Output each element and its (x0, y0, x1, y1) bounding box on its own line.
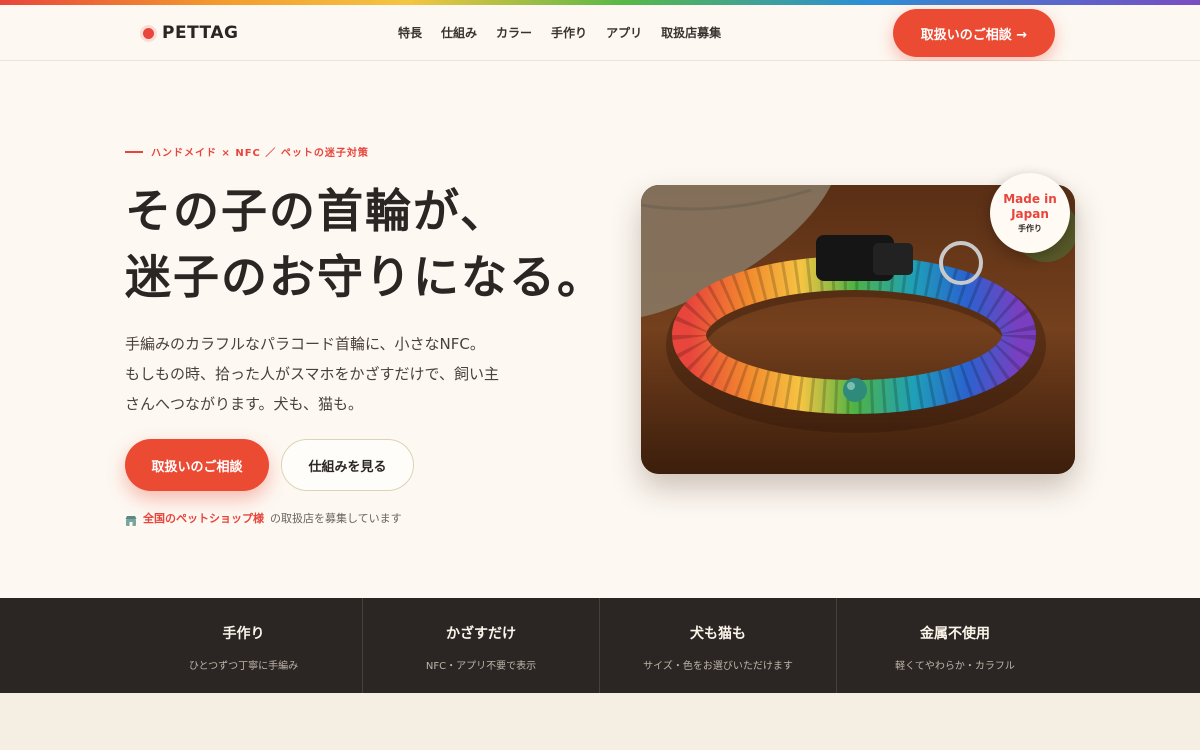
headline-line-1: その子の首輪が、 (125, 184, 509, 238)
nav-item-retailers[interactable]: 取扱店募集 (661, 24, 721, 41)
retailer-note-text: の取扱店を募集しています (270, 512, 402, 525)
lead-line-2: もしもの時、拾った人がスマホをかざすだけで、飼い主 (125, 365, 499, 383)
features-strip: 手作り ひとつずつ丁寧に手編み かざすだけ NFC・アプリ不要で表示 犬も猫も … (0, 598, 1200, 693)
feature-handmade: 手作り ひとつずつ丁寧に手編み (125, 598, 362, 693)
main-nav: 特長 仕組み カラー 手作り アプリ 取扱店募集 (398, 24, 740, 41)
lead-line-3: さんへつながります。犬も、猫も。 (125, 395, 364, 413)
feature-desc: サイズ・色をお選びいただけます (643, 661, 793, 672)
made-in-japan-badge: Made in Japan 手作り (990, 173, 1070, 253)
hero-headline: その子の首輪が、 迷子のお守りになる。 (121, 178, 605, 310)
hero-section: ハンドメイド × NFC ／ ペットの迷子対策 その子の首輪が、 迷子のお守りに… (0, 61, 1200, 598)
feature-desc: 軽くてやわらか・カラフル (895, 661, 1015, 672)
feature-title: 手作り (222, 626, 265, 642)
headline-line-2: 迷子のお守りになる。 (121, 244, 605, 310)
eyebrow: ハンドメイド × NFC ／ ペットの迷子対策 (125, 144, 369, 159)
headline-highlight: 迷子のお守り (121, 244, 415, 310)
headline-line-2-rest: になる。 (413, 250, 605, 304)
feature-title: かざすだけ (446, 626, 516, 642)
site-header: PETTAG 特長 仕組み カラー 手作り アプリ 取扱店募集 取扱いのご相談 … (0, 5, 1200, 61)
feature-title: 金属不使用 (920, 626, 990, 642)
feature-desc: NFC・アプリ不要で表示 (425, 661, 537, 672)
logo-dot-icon (143, 27, 154, 39)
next-section-band (0, 693, 1200, 750)
nav-item-features[interactable]: 特長 (398, 24, 422, 41)
eyebrow-dash (125, 150, 143, 153)
shop-icon (125, 512, 137, 526)
nav-item-handmade[interactable]: 手作り (551, 24, 587, 41)
feature-desc: ひとつずつ丁寧に手編み (188, 661, 299, 672)
feature-tap: かざすだけ NFC・アプリ不要で表示 (362, 598, 599, 693)
hero-lead: 手編みのカラフルなパラコード首輪に、小さなNFC。 もしもの時、拾った人がスマホ… (125, 329, 545, 419)
logo-text: PETTAG (162, 23, 239, 43)
nav-item-colors[interactable]: カラー (496, 24, 532, 41)
feature-metal-free: 金属不使用 軽くてやわらか・カラフル (836, 598, 1073, 693)
retailer-note: 全国のペットショップ様 の取扱店を募集しています (125, 510, 402, 526)
retailer-note-strong[interactable]: 全国のペットショップ様 (143, 510, 264, 526)
feature-title: 犬も猫も (690, 626, 746, 642)
consult-button[interactable]: 取扱いのご相談 (125, 439, 269, 491)
feature-dogs-cats: 犬も猫も サイズ・色をお選びいただけます (599, 598, 836, 693)
nav-item-app[interactable]: アプリ (606, 24, 642, 41)
how-it-works-button[interactable]: 仕組みを見る (281, 439, 414, 491)
eyebrow-text: ハンドメイド × NFC ／ ペットの迷子対策 (151, 148, 369, 159)
badge-sub-text: 手作り (1018, 224, 1042, 233)
logo-link[interactable]: PETTAG (143, 21, 238, 45)
nav-item-how-it-works[interactable]: 仕組み (441, 24, 477, 41)
badge-main-text: Made in Japan (1003, 192, 1057, 221)
header-consult-button[interactable]: 取扱いのご相談 → (893, 9, 1055, 57)
lead-line-1: 手編みのカラフルなパラコード首輪に、小さなNFC。 (125, 335, 485, 353)
